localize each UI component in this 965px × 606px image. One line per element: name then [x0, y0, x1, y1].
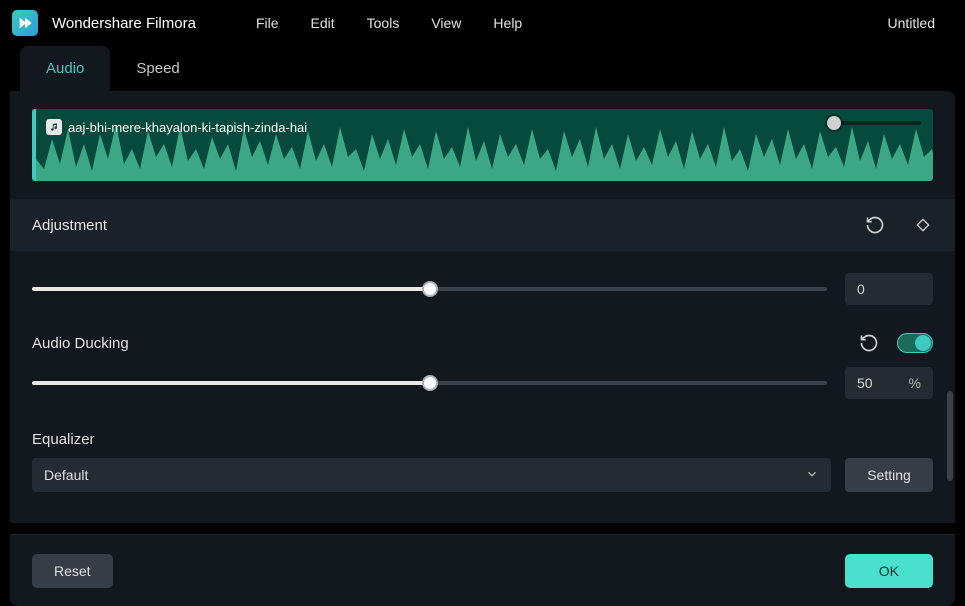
document-title: Untitled — [888, 15, 953, 31]
tab-audio[interactable]: Audio — [20, 46, 110, 91]
ducking-slider-row: 50 % — [32, 367, 933, 413]
music-note-icon — [46, 119, 62, 135]
ducking-row: Audio Ducking — [32, 319, 933, 367]
ducking-slider[interactable] — [32, 373, 827, 393]
reset-button[interactable]: Reset — [32, 554, 113, 588]
menu-file[interactable]: File — [256, 15, 279, 31]
ducking-toggle[interactable] — [897, 333, 933, 353]
pitch-slider[interactable] — [32, 279, 827, 299]
undo-icon[interactable] — [859, 333, 879, 353]
pitch-slider-row: 0 — [32, 251, 933, 319]
footer: Reset OK — [10, 534, 955, 606]
menu-help[interactable]: Help — [493, 15, 522, 31]
pitch-value: 0 — [857, 281, 865, 297]
tab-speed[interactable]: Speed — [110, 46, 205, 91]
audio-clip-waveform[interactable]: aaj-bhi-mere-khayalon-ki-tapish-zinda-ha… — [32, 109, 933, 181]
menu-view[interactable]: View — [431, 15, 461, 31]
undo-icon[interactable] — [865, 215, 885, 235]
app-logo — [12, 10, 38, 36]
tabs: Audio Speed — [0, 46, 965, 91]
clip-name: aaj-bhi-mere-khayalon-ki-tapish-zinda-ha… — [68, 120, 307, 135]
adjustment-title: Adjustment — [32, 217, 107, 234]
ducking-value: 50 — [857, 375, 873, 391]
pitch-value-box[interactable]: 0 — [845, 273, 933, 305]
ducking-unit: % — [909, 375, 921, 391]
app-title: Wondershare Filmora — [52, 15, 196, 32]
audio-panel: aaj-bhi-mere-khayalon-ki-tapish-zinda-ha… — [10, 91, 955, 523]
scrollbar[interactable] — [947, 391, 953, 481]
menubar: Wondershare Filmora File Edit Tools View… — [0, 0, 965, 46]
adjustment-header: Adjustment — [10, 199, 955, 251]
clip-volume-slider[interactable] — [833, 121, 921, 125]
chevron-down-icon — [805, 467, 819, 484]
menu-edit[interactable]: Edit — [311, 15, 335, 31]
menu-tools[interactable]: Tools — [367, 15, 400, 31]
ok-button[interactable]: OK — [845, 554, 933, 588]
equalizer-title: Equalizer — [32, 431, 933, 448]
ducking-value-box[interactable]: 50 % — [845, 367, 933, 399]
ducking-title: Audio Ducking — [32, 335, 859, 352]
equalizer-controls: Default Setting — [32, 452, 933, 510]
clip-label: aaj-bhi-mere-khayalon-ki-tapish-zinda-ha… — [46, 119, 307, 135]
menu-items: File Edit Tools View Help — [256, 15, 522, 31]
keyframe-diamond-icon[interactable] — [913, 215, 933, 235]
equalizer-setting-button[interactable]: Setting — [845, 458, 933, 492]
equalizer-dropdown[interactable]: Default — [32, 458, 831, 492]
equalizer-row: Equalizer — [32, 413, 933, 452]
equalizer-selected: Default — [44, 467, 88, 483]
